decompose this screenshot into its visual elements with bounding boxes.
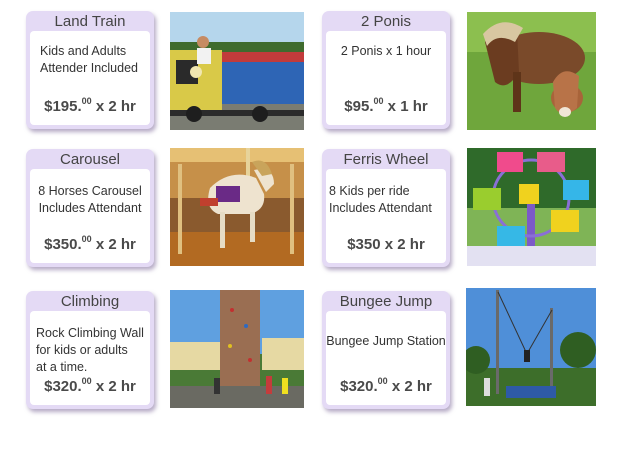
item-title: Ferris Wheel bbox=[343, 151, 429, 168]
desc-line: for kids or adults bbox=[36, 343, 128, 357]
desc-line: at a time. bbox=[36, 360, 88, 374]
item-title: Climbing bbox=[60, 293, 120, 310]
item-card-climbing: Climbing Rock Climbing Wall for kids or … bbox=[26, 291, 154, 409]
item-description: Bungee Jump Station bbox=[326, 333, 446, 350]
item-description: 8 Kids per ride Includes Attendant bbox=[326, 183, 446, 217]
desc-line: Includes Attendant bbox=[329, 201, 432, 215]
item-body: Bungee Jump Station $320.00 x 2 hr bbox=[326, 311, 446, 405]
item-body: 8 Kids per ride Includes Attendant $350 … bbox=[326, 169, 446, 263]
item-description: 2 Ponis x 1 hour bbox=[326, 43, 446, 60]
item-price: $320.00 x 2 hr bbox=[340, 376, 432, 395]
item-price: $350.00 x 2 hr bbox=[44, 234, 136, 253]
bungee-jump-photo bbox=[466, 288, 596, 406]
climbing-wall-photo bbox=[170, 290, 304, 408]
item-body: Kids and Adults Attender Included $195.0… bbox=[30, 31, 150, 125]
ferris-wheel-photo bbox=[467, 148, 596, 266]
desc-line: Attender Included bbox=[40, 61, 138, 75]
desc-line: 8 Kids per ride bbox=[329, 184, 410, 198]
ponies-photo bbox=[467, 12, 596, 130]
item-title: Carousel bbox=[59, 151, 121, 168]
item-description: 8 Horses Carousel Includes Attendant bbox=[30, 183, 150, 217]
item-price: $320.00 x 2 hr bbox=[44, 376, 136, 395]
item-price: $95.00 x 1 hr bbox=[344, 96, 428, 115]
item-price: $350 x 2 hr bbox=[347, 236, 425, 253]
item-card-ponies: 2 Ponis 2 Ponis x 1 hour $95.00 x 1 hr bbox=[322, 11, 450, 129]
carousel-photo bbox=[170, 148, 304, 266]
item-title: 2 Ponis bbox=[360, 13, 412, 30]
desc-line: Kids and Adults bbox=[40, 44, 127, 58]
desc-line: 8 Horses Carousel bbox=[38, 184, 142, 198]
item-body: 8 Horses Carousel Includes Attendant $35… bbox=[30, 169, 150, 263]
desc-line: Bungee Jump Station bbox=[326, 334, 446, 348]
item-card-land-train: Land Train Kids and Adults Attender Incl… bbox=[26, 11, 154, 129]
item-card-bungee-jump: Bungee Jump Bungee Jump Station $320.00 … bbox=[322, 291, 450, 409]
land-train-photo bbox=[170, 12, 304, 130]
item-card-carousel: Carousel 8 Horses Carousel Includes Atte… bbox=[26, 149, 154, 267]
desc-line: Rock Climbing Wall bbox=[36, 326, 144, 340]
item-description: Kids and Adults Attender Included bbox=[30, 43, 150, 77]
item-description: Rock Climbing Wall for kids or adults at… bbox=[30, 325, 150, 376]
item-card-ferris-wheel: Ferris Wheel 8 Kids per ride Includes At… bbox=[322, 149, 450, 267]
item-title: Land Train bbox=[54, 13, 126, 30]
item-body: 2 Ponis x 1 hour $95.00 x 1 hr bbox=[326, 31, 446, 125]
item-title: Bungee Jump bbox=[339, 293, 433, 310]
item-price: $195.00 x 2 hr bbox=[44, 96, 136, 115]
item-body: Rock Climbing Wall for kids or adults at… bbox=[30, 311, 150, 405]
desc-line: 2 Ponis x 1 hour bbox=[340, 44, 432, 58]
desc-line: Includes Attendant bbox=[38, 201, 142, 215]
